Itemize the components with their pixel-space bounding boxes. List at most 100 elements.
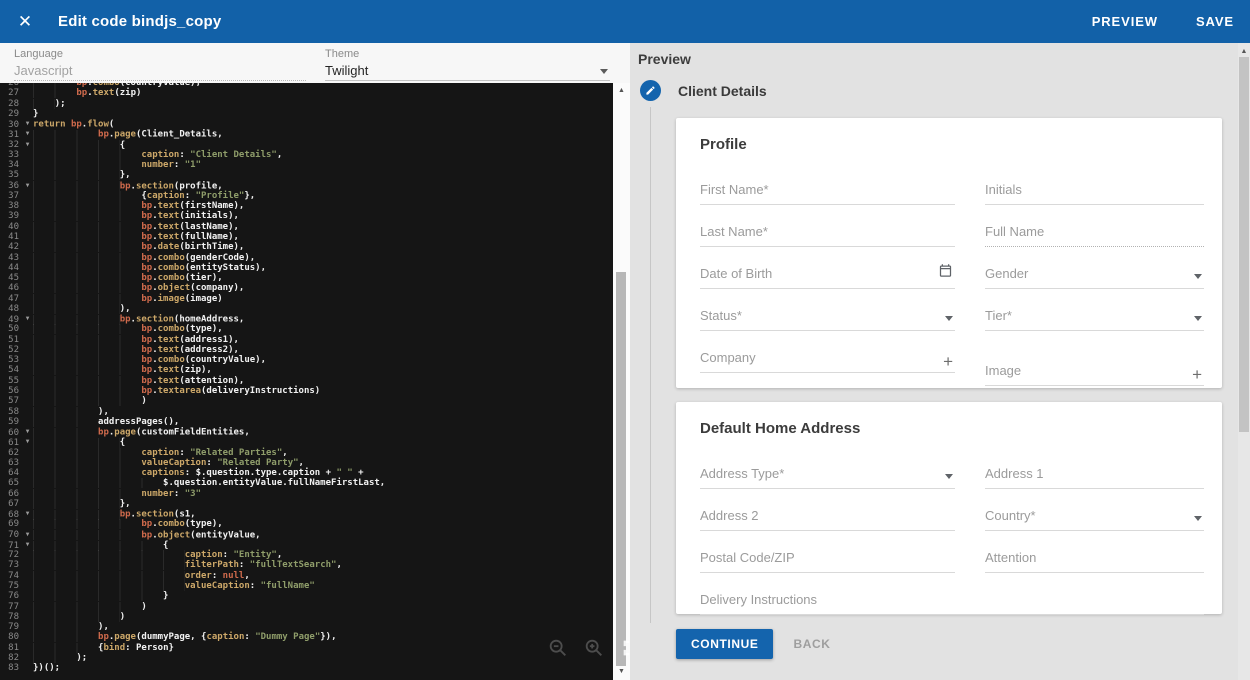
code-line: 64 captions: $.question.type.caption + "… xyxy=(0,468,613,478)
field-attention[interactable]: Attention xyxy=(985,545,1204,573)
field-company[interactable]: Company + xyxy=(700,345,955,373)
chevron-down-icon[interactable] xyxy=(1194,274,1202,279)
field-address-2[interactable]: Address 2 xyxy=(700,503,955,531)
code-line: 80 bp.page(dummyPage, {caption: "Dummy P… xyxy=(0,632,613,642)
line-number: 82 xyxy=(0,653,22,663)
code-line: 27 bp.text(zip) xyxy=(0,88,613,98)
line-number: 72 xyxy=(0,550,22,560)
scroll-down-icon[interactable]: ▼ xyxy=(613,667,630,677)
continue-button[interactable]: CONTINUE xyxy=(676,629,773,659)
preview-title: Preview xyxy=(638,51,691,67)
code-line: 71▼ { xyxy=(0,540,613,550)
fold-marker-icon[interactable]: ▼ xyxy=(22,437,33,447)
scroll-up-icon[interactable]: ▲ xyxy=(613,86,630,96)
field-gender[interactable]: Gender xyxy=(985,261,1204,289)
code-line: 56 bp.textarea(deliveryInstructions) xyxy=(0,386,613,396)
save-button[interactable]: SAVE xyxy=(1196,14,1234,29)
code-line: 65 $.question.entityValue.fullNameFirstL… xyxy=(0,478,613,488)
language-label: Language xyxy=(14,48,306,60)
zoom-in-icon[interactable] xyxy=(583,637,605,659)
field-full-name[interactable]: Full Name xyxy=(985,219,1204,247)
fold-marker-icon[interactable]: ▼ xyxy=(22,530,33,540)
field-initials[interactable]: Initials xyxy=(985,177,1204,205)
line-number: 37 xyxy=(0,191,22,201)
theme-label: Theme xyxy=(325,48,610,60)
field-first-name[interactable]: First Name* xyxy=(700,177,955,205)
chevron-down-icon[interactable] xyxy=(1194,516,1202,521)
theme-field[interactable]: Theme Twilight xyxy=(325,48,610,81)
fold-marker-icon[interactable]: ▼ xyxy=(22,314,33,324)
back-button[interactable]: BACK xyxy=(793,637,830,651)
plus-icon[interactable]: + xyxy=(1192,367,1202,383)
field-delivery-instructions[interactable]: Delivery Instructions xyxy=(700,587,1204,615)
code-line: 30▼return bp.flow( xyxy=(0,119,613,129)
code-line: 66 number: "3" xyxy=(0,489,613,499)
home-address-card: Default Home Address Address Type*Addres… xyxy=(676,402,1222,614)
card-title: Profile xyxy=(700,136,1204,153)
editor-scrollbar[interactable]: ▲ ▼ xyxy=(613,83,630,680)
code-line: 81 {bind: Person} xyxy=(0,643,613,653)
plus-icon[interactable]: + xyxy=(943,354,953,370)
line-number: 53 xyxy=(0,355,22,365)
close-icon[interactable]: ✕ xyxy=(15,12,35,32)
language-value: Javascript xyxy=(14,60,306,81)
code-line: 75 valueCaption: "fullName" xyxy=(0,581,613,591)
field-status[interactable]: Status* xyxy=(700,303,955,331)
line-number: 50 xyxy=(0,324,22,334)
fold-marker-icon[interactable]: ▼ xyxy=(22,140,33,150)
step-client-details[interactable]: Client Details xyxy=(640,80,767,101)
code-line: 68▼ bp.section(s1, xyxy=(0,509,613,519)
field-tier[interactable]: Tier* xyxy=(985,303,1204,331)
line-number: 55 xyxy=(0,376,22,386)
calendar-icon[interactable] xyxy=(938,263,953,283)
top-bar: ✕ Edit code bindjs_copy PREVIEW SAVE xyxy=(0,0,1250,43)
field-label: Attention xyxy=(985,550,1036,565)
preview-scrollbar-thumb[interactable] xyxy=(1239,57,1249,432)
line-number: 29 xyxy=(0,109,22,119)
code-line: 74 order: null, xyxy=(0,571,613,581)
code-line: 48 ), xyxy=(0,304,613,314)
field-postal-code-zip[interactable]: Postal Code/ZIP xyxy=(700,545,955,573)
fold-marker-icon[interactable]: ▼ xyxy=(22,129,33,139)
code-line: 60▼ bp.page(customFieldEntities, xyxy=(0,427,613,437)
code-line: 51 bp.text(address1), xyxy=(0,335,613,345)
fold-marker-icon[interactable]: ▼ xyxy=(22,427,33,437)
field-label: Company xyxy=(700,350,756,365)
language-field[interactable]: Language Javascript xyxy=(14,48,306,81)
code-editor[interactable]: 26 bp.combo(countryValue),27 bp.text(zip… xyxy=(0,83,613,680)
line-number: 34 xyxy=(0,160,22,170)
field-label: Country* xyxy=(985,508,1036,523)
preview-scrollbar[interactable]: ▲ xyxy=(1238,43,1250,680)
field-country[interactable]: Country* xyxy=(985,503,1204,531)
field-last-name[interactable]: Last Name* xyxy=(700,219,955,247)
line-number: 52 xyxy=(0,345,22,355)
edit-code-dialog: ✕ Edit code bindjs_copy PREVIEW SAVE Lan… xyxy=(0,0,1250,680)
chevron-down-icon[interactable] xyxy=(945,316,953,321)
field-label: First Name* xyxy=(700,182,769,197)
zoom-out-icon[interactable] xyxy=(547,637,569,659)
preview-button[interactable]: PREVIEW xyxy=(1092,14,1158,29)
line-number: 80 xyxy=(0,632,22,642)
chevron-down-icon[interactable] xyxy=(945,474,953,479)
line-number: 81 xyxy=(0,643,22,653)
code-line: 52 bp.text(address2), xyxy=(0,345,613,355)
field-image[interactable]: Image+ xyxy=(985,358,1204,386)
line-number: 45 xyxy=(0,273,22,283)
code-line: 29} xyxy=(0,109,613,119)
code-line: 78 ) xyxy=(0,612,613,622)
fold-marker-icon[interactable]: ▼ xyxy=(22,540,33,550)
fold-marker-icon[interactable]: ▼ xyxy=(22,509,33,519)
field-date-of-birth[interactable]: Date of Birth xyxy=(700,261,955,289)
field-label: Tier* xyxy=(985,308,1012,323)
field-address-1[interactable]: Address 1 xyxy=(985,461,1204,489)
editor-scrollbar-thumb[interactable] xyxy=(616,272,626,666)
fold-marker-icon[interactable]: ▼ xyxy=(22,119,33,129)
field-address-type[interactable]: Address Type* xyxy=(700,461,955,489)
line-number: 62 xyxy=(0,448,22,458)
chevron-down-icon[interactable] xyxy=(1194,316,1202,321)
page-title: Edit code bindjs_copy xyxy=(58,13,221,30)
fold-marker-icon[interactable]: ▼ xyxy=(22,181,33,191)
code-line: 32▼ { xyxy=(0,140,613,150)
theme-value: Twilight xyxy=(325,60,610,81)
scroll-up-icon[interactable]: ▲ xyxy=(1238,47,1250,57)
